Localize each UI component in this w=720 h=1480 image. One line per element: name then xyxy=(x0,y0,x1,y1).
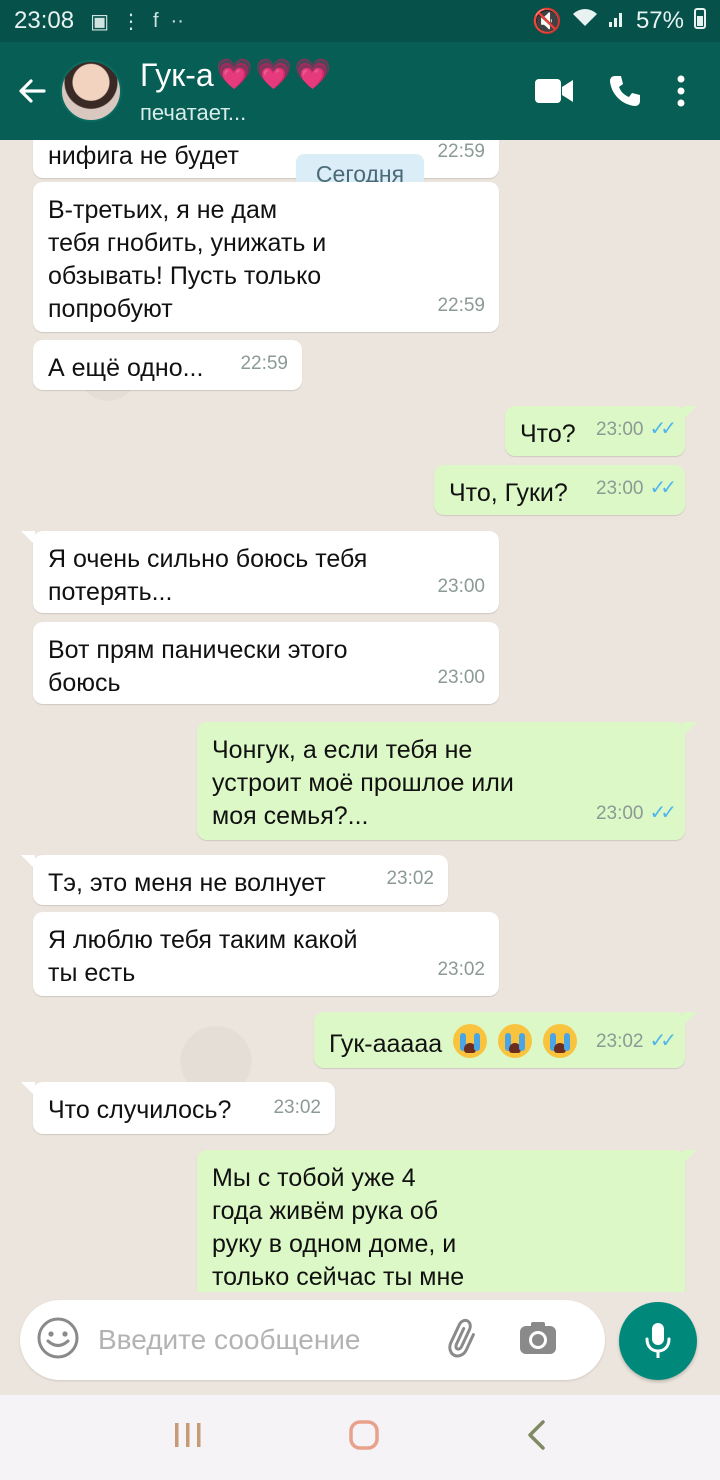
message-text: В-третьих, я не дам тебя гнобить, унижат… xyxy=(48,196,327,323)
video-call-icon xyxy=(535,79,573,103)
message-bubble-incoming[interactable]: А ещё одно... 22:59 xyxy=(33,340,302,390)
system-nav-bar xyxy=(0,1395,720,1480)
message-bubble-outgoing[interactable]: Мы с тобой уже 4 года живём рука об руку… xyxy=(197,1150,697,1292)
voice-message-button[interactable] xyxy=(619,1302,697,1380)
phone-icon xyxy=(610,76,640,106)
message-bubble-outgoing[interactable]: Гук-ааааа 23:02 ✓✓ xyxy=(314,1012,697,1068)
message-time: 23:02 xyxy=(386,868,434,889)
message-bubble-incoming[interactable]: В-третьих, я не дам тебя гнобить, унижат… xyxy=(33,182,499,332)
message-bubble-incoming[interactable]: нифига не будет 22:59 xyxy=(33,140,499,178)
message-composer xyxy=(20,1300,605,1380)
back-button[interactable] xyxy=(12,71,52,111)
message-text: Я очень сильно боюсь тебя потерять... xyxy=(48,545,368,606)
more-notifications-icon: ·· xyxy=(170,9,184,32)
message-text: Вот прям панически этого боюсь xyxy=(48,636,348,697)
message-input[interactable] xyxy=(98,1324,438,1356)
emoji-icon xyxy=(37,1317,79,1358)
message-text: Мы с тобой уже 4 года живём рука об руку… xyxy=(212,1164,465,1291)
voice-call-button[interactable] xyxy=(608,74,642,108)
message-time: 23:02 xyxy=(595,1031,644,1052)
message-bubble-incoming[interactable]: Я люблю тебя таким какой ты есть 23:02 xyxy=(33,912,499,996)
message-time: 23:00 xyxy=(595,419,644,440)
steps-notification-icon: ⋮ xyxy=(120,10,141,33)
heart-emoji-icon: 💗 xyxy=(215,58,253,91)
attach-button[interactable] xyxy=(444,1318,484,1363)
message-time: 22:59 xyxy=(437,141,485,162)
message-time: 23:00 xyxy=(437,576,485,597)
contact-avatar[interactable] xyxy=(60,60,122,122)
message-bubble-outgoing[interactable]: Чонгук, а если тебя не устроит моё прошл… xyxy=(197,722,697,840)
paperclip-icon xyxy=(448,1318,475,1357)
menu-button[interactable] xyxy=(676,74,686,108)
home-icon xyxy=(349,1420,379,1450)
message-text: Тэ, это меня не волнует xyxy=(48,869,326,897)
back-nav-button[interactable] xyxy=(525,1419,547,1456)
crying-face-emoji-icon xyxy=(498,1024,533,1058)
battery-icon xyxy=(694,7,706,36)
message-time: 23:00 xyxy=(595,478,644,499)
contact-info[interactable]: Гук-а 💗 💗 💗 печатает... xyxy=(140,57,332,126)
wifi-icon xyxy=(572,7,598,35)
contact-name: Гук-а xyxy=(140,56,214,93)
message-bubble-outgoing[interactable]: Что, Гуки? 23:00 ✓✓ xyxy=(434,465,685,515)
crying-face-emoji-icon xyxy=(543,1024,578,1058)
heart-emoji-icon: 💗 xyxy=(255,58,293,91)
message-text: Гук-ааааа xyxy=(329,1030,443,1058)
mic-icon xyxy=(645,1323,671,1358)
message-time: 23:00 xyxy=(595,803,644,824)
video-call-button[interactable] xyxy=(534,78,574,104)
camera-icon xyxy=(520,1321,556,1354)
message-bubble-incoming[interactable]: Вот прям панически этого боюсь 23:00 xyxy=(33,622,499,704)
message-time: 22:59 xyxy=(437,295,485,316)
message-time: 22:59 xyxy=(240,353,288,374)
crying-face-emoji-icon xyxy=(453,1024,488,1058)
double-check-icon: ✓✓ xyxy=(649,418,676,440)
status-bar: 23:08 ▣ ⋮ f ·· 🔇 57% xyxy=(0,0,720,42)
double-check-icon: ✓✓ xyxy=(649,1030,676,1052)
chat-header: Гук-а 💗 💗 💗 печатает... xyxy=(0,42,720,140)
message-bubble-outgoing[interactable]: Что? 23:00 ✓✓ xyxy=(505,406,697,456)
gallery-notification-icon: ▣ xyxy=(90,10,109,33)
emoji-button[interactable] xyxy=(36,1316,80,1365)
battery-percent: 57% xyxy=(635,7,684,34)
double-check-icon: ✓✓ xyxy=(649,477,676,499)
recent-apps-button[interactable] xyxy=(173,1421,203,1454)
camera-button[interactable] xyxy=(518,1320,558,1361)
heart-emoji-icon: 💗 xyxy=(294,58,332,91)
signal-icon xyxy=(608,7,626,35)
mute-icon: 🔇 xyxy=(532,7,562,35)
message-time: 23:02 xyxy=(437,959,485,980)
facebook-notification-icon: f xyxy=(152,9,159,32)
message-time: 23:02 xyxy=(273,1097,321,1118)
chevron-left-icon xyxy=(528,1420,546,1450)
message-bubble-incoming[interactable]: Тэ, это меня не волнует 23:02 xyxy=(21,855,448,905)
message-time: 23:00 xyxy=(437,667,485,688)
contact-status: печатает... xyxy=(140,99,247,125)
message-bubble-incoming[interactable]: Что случилось? 23:02 xyxy=(21,1082,335,1134)
more-vert-icon xyxy=(677,75,685,107)
double-check-icon: ✓✓ xyxy=(649,802,676,824)
message-bubble-incoming[interactable]: Я очень сильно боюсь тебя потерять... 23… xyxy=(21,531,499,613)
home-button[interactable] xyxy=(348,1419,380,1456)
arrow-left-icon xyxy=(19,79,46,103)
recent-apps-icon xyxy=(174,1423,201,1447)
message-list[interactable]: нифига не будет 22:59 Сегодня В-третьих,… xyxy=(0,140,720,1292)
message-text: Я люблю тебя таким какой ты есть xyxy=(48,926,358,987)
status-time: 23:08 xyxy=(14,7,75,34)
